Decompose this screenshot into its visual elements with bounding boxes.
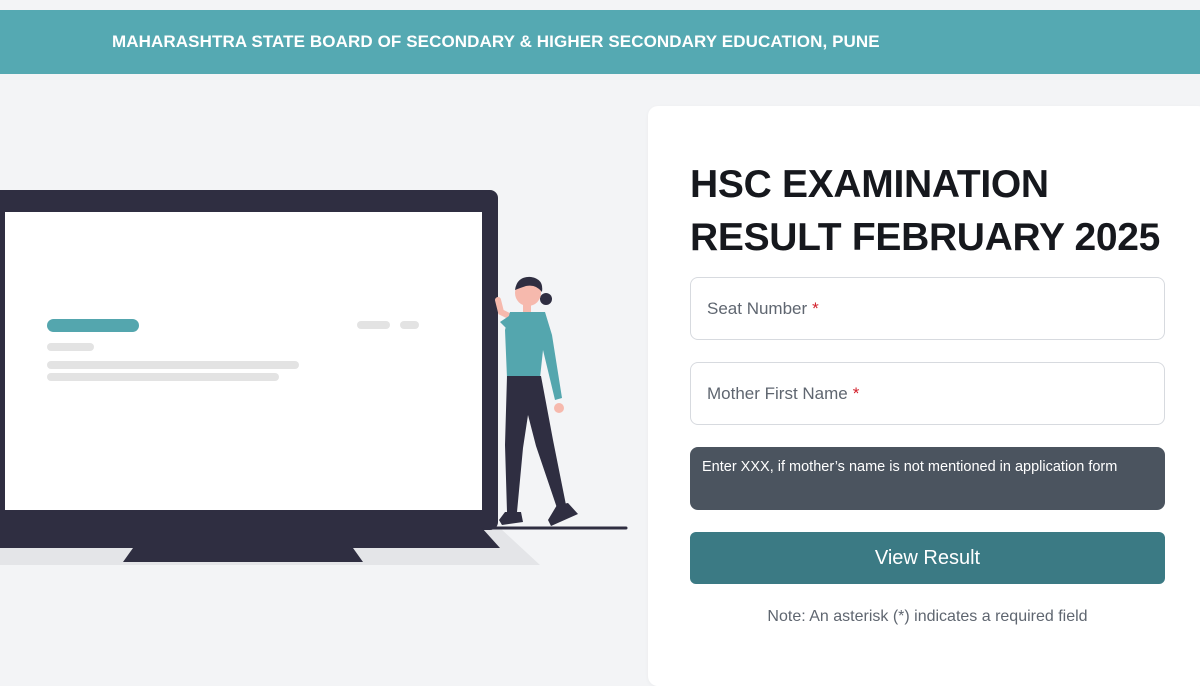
person-figure: [488, 276, 628, 530]
laptop-stand: [123, 548, 363, 562]
site-header: MAHARASHTRA STATE BOARD OF SECONDARY & H…: [0, 10, 1200, 74]
board-name: MAHARASHTRA STATE BOARD OF SECONDARY & H…: [112, 32, 880, 51]
mother-first-name-input[interactable]: Mother First Name *: [690, 362, 1165, 425]
mother-name-hint: Enter XXX, if mother’s name is not menti…: [690, 447, 1165, 510]
result-form-card: HSC EXAMINATION RESULT FEBRUARY 2025 Sea…: [648, 106, 1200, 686]
laptop-person-illustration: [0, 190, 628, 565]
screen-line-3: [47, 373, 279, 381]
mother-name-placeholder: Mother First Name: [707, 383, 848, 403]
laptop-base: [0, 528, 500, 548]
page-title: HSC EXAMINATION RESULT FEBRUARY 2025: [690, 158, 1180, 264]
screen-accent-bar: [47, 319, 139, 332]
seat-number-placeholder: Seat Number: [707, 298, 808, 318]
required-asterisk: *: [852, 383, 860, 403]
seat-number-input[interactable]: Seat Number *: [690, 277, 1165, 340]
required-field-note: Note: An asterisk (*) indicates a requir…: [767, 608, 1088, 625]
screen-line-1: [47, 343, 94, 351]
required-asterisk: *: [812, 298, 819, 318]
title-line-1: HSC EXAMINATION: [690, 163, 1049, 206]
screen-nav-pill-1: [357, 321, 390, 329]
view-result-button[interactable]: View Result: [690, 532, 1165, 584]
screen-nav-pill-2: [400, 321, 419, 329]
screen-line-2: [47, 361, 299, 369]
title-line-2: RESULT FEBRUARY 2025: [690, 216, 1161, 259]
top-strip: [0, 0, 1200, 10]
